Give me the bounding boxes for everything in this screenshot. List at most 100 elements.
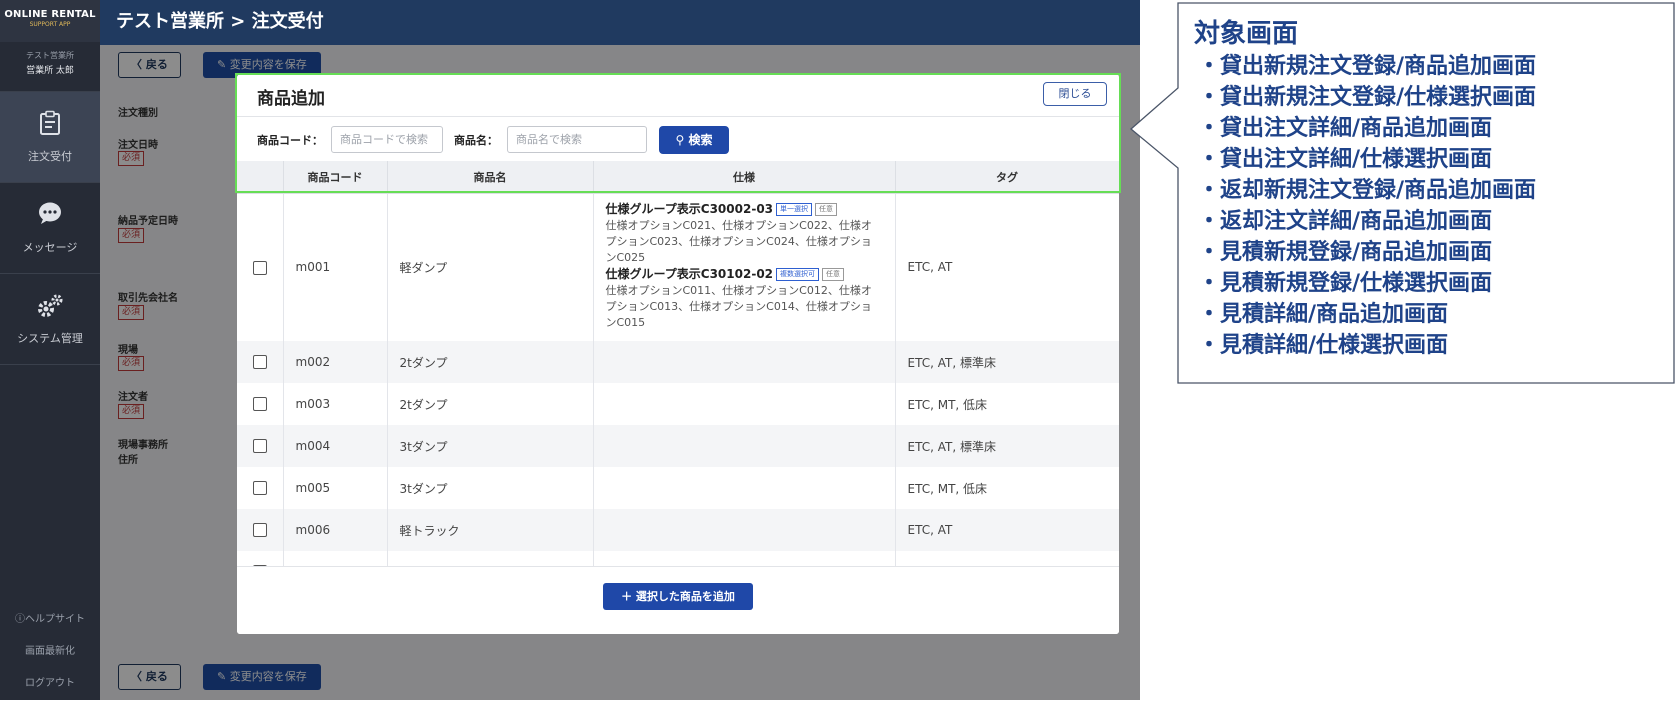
add-selected-button[interactable]: ＋ 選択した商品を追加 — [603, 583, 753, 610]
nav-messages[interactable]: メッセージ — [0, 183, 100, 274]
product-tags — [895, 551, 1119, 566]
header-tags: タグ — [895, 161, 1119, 194]
nav-label-system: システム管理 — [17, 332, 83, 345]
user-name: 営業所 太郎 — [26, 66, 74, 76]
product-code: m006 — [283, 509, 388, 551]
header-checkbox — [237, 161, 284, 194]
header-spec: 仕様 — [593, 161, 896, 194]
help-label: ヘルプサイト — [25, 614, 85, 625]
spec-options: 仕様オプションC011、仕様オプションC012、仕様オプションC013、仕様オプ… — [605, 284, 872, 330]
callout-item: ・返却注文詳細/商品追加画面 — [1198, 209, 1493, 234]
row-checkbox[interactable] — [252, 523, 267, 538]
row-checkbox[interactable] — [252, 260, 267, 275]
callout-item: ・見積新規登録/商品追加画面 — [1198, 240, 1493, 265]
product-add-modal: 商品追加 閉じる 商品コード： 商品コードで検索 商品名： 商品名で検索 ⚲ 検… — [237, 74, 1119, 634]
spec-cell — [593, 551, 896, 566]
row-checkbox[interactable] — [252, 355, 267, 370]
close-button[interactable]: 閉じる — [1043, 82, 1107, 106]
breadcrumb: テスト営業所 > 注文受付 — [100, 0, 1140, 45]
product-tags: ETC, MT, 低床 — [895, 467, 1119, 509]
spec-cell — [593, 509, 896, 551]
search-bar: 商品コード： 商品コードで検索 商品名： 商品名で検索 ⚲ 検索 — [237, 116, 1119, 161]
callout-item: ・見積詳細/仕様選択画面 — [1198, 333, 1449, 358]
sidebar-footer: ⓘヘルプサイト 画面最新化 ログアウト — [0, 604, 100, 700]
code-search-label: 商品コード： — [257, 134, 323, 147]
logo-line1: ONLINE RENTAL — [4, 9, 96, 20]
nav-label-messages: メッセージ — [22, 241, 78, 254]
nav-label-order: 注文受付 — [28, 150, 72, 163]
product-code — [283, 551, 388, 566]
modal-footer: ＋ 選択した商品を追加 — [237, 566, 1119, 634]
callout-title: 対象画面 — [1194, 19, 1299, 49]
refresh-link[interactable]: 画面最新化 — [0, 636, 100, 668]
callout-item: ・貸出新規注文登録/仕様選択画面 — [1198, 85, 1537, 110]
product-tags: ETC, AT, 標準床 — [895, 341, 1119, 383]
spec-options: 仕様オプションC021、仕様オプションC022、仕様オプションC023、仕様オプ… — [605, 219, 872, 265]
table-header: 商品コード 商品名 仕様 タグ — [237, 161, 1119, 194]
spec-group-name: 仕様グループ表示C30102-02 — [605, 267, 774, 282]
product-tags: ETC, AT — [895, 193, 1119, 341]
chat-bubble-icon — [0, 201, 100, 231]
table-row[interactable]: m004 3tダンプ ETC, AT, 標準床 — [237, 425, 1119, 467]
user-info: テスト営業所 営業所 太郎 — [0, 42, 100, 92]
product-name: 2tダンプ — [387, 341, 594, 383]
logout-link[interactable]: ログアウト — [0, 668, 100, 700]
gears-icon — [0, 292, 100, 322]
table-row[interactable]: m003 2tダンプ ETC, MT, 低床 — [237, 383, 1119, 425]
spec-cell — [593, 467, 896, 509]
callout-item: ・返却新規注文登録/商品追加画面 — [1198, 178, 1537, 203]
optional-badge: 任意 — [822, 268, 845, 282]
product-tags: ETC, MT, 低床 — [895, 383, 1119, 425]
question-circle-icon: ⓘ — [15, 614, 25, 625]
name-search-input[interactable]: 商品名で検索 — [507, 126, 647, 153]
table-row[interactable]: m005 3tダンプ ETC, MT, 低床 — [237, 467, 1119, 509]
user-office: テスト営業所 — [26, 51, 74, 60]
product-code: m001 — [283, 193, 388, 341]
spec-cell — [593, 341, 896, 383]
magnifier-icon: ⚲ — [675, 133, 689, 147]
single-select-badge: 単一選択 — [776, 203, 813, 217]
product-name: 軽ダンプ — [387, 193, 594, 341]
table-row[interactable]: m006 軽トラック ETC, AT — [237, 509, 1119, 551]
spec-cell — [593, 383, 896, 425]
callout-item: ・貸出注文詳細/仕様選択画面 — [1198, 147, 1493, 172]
nav-order-reception[interactable]: 注文受付 — [0, 92, 100, 183]
search-button[interactable]: ⚲ 検索 — [659, 126, 729, 154]
search-label: 検索 — [688, 133, 713, 147]
row-checkbox[interactable] — [252, 439, 267, 454]
callout-item: ・貸出注文詳細/商品追加画面 — [1198, 116, 1493, 141]
name-search-label: 商品名： — [454, 134, 498, 147]
table-row[interactable]: m002 2tダンプ ETC, AT, 標準床 — [237, 341, 1119, 383]
product-name: 2tダンプ — [387, 383, 594, 425]
row-checkbox[interactable] — [252, 397, 267, 412]
help-link[interactable]: ⓘヘルプサイト — [0, 604, 100, 636]
code-search-input[interactable]: 商品コードで検索 — [331, 126, 443, 153]
row-checkbox[interactable] — [252, 481, 267, 496]
multi-select-badge: 複数選択可 — [776, 268, 820, 282]
header-code: 商品コード — [283, 161, 388, 194]
product-name: 軽トラック — [387, 509, 594, 551]
callout-box: 対象画面 ・貸出新規注文登録/商品追加画面 ・貸出新規注文登録/仕様選択画面 ・… — [1178, 3, 1674, 383]
product-code: m005 — [283, 467, 388, 509]
product-table: 商品コード 商品名 仕様 タグ m001 軽ダンプ 仕様グループ表示C30002… — [237, 161, 1119, 566]
product-name: 3tダンプ — [387, 467, 594, 509]
app-logo: ONLINE RENTAL SUPPORT APP — [0, 0, 100, 42]
optional-badge: 任意 — [815, 203, 838, 217]
callout-item: ・貸出新規注文登録/商品追加画面 — [1198, 54, 1537, 79]
product-tags: ETC, AT, 標準床 — [895, 425, 1119, 467]
product-code: m002 — [283, 341, 388, 383]
spec-cell — [593, 425, 896, 467]
callout-item: ・見積詳細/商品追加画面 — [1198, 302, 1449, 327]
table-row[interactable] — [237, 551, 1119, 566]
product-name — [387, 551, 594, 566]
logo-line2: SUPPORT APP — [29, 21, 71, 28]
nav-system-admin[interactable]: システム管理 — [0, 274, 100, 365]
modal-title: 商品追加 — [257, 89, 325, 109]
product-code: m003 — [283, 383, 388, 425]
spec-group-name: 仕様グループ表示C30002-03 — [605, 202, 774, 217]
header-name: 商品名 — [387, 161, 594, 194]
product-name: 3tダンプ — [387, 425, 594, 467]
table-row[interactable]: m001 軽ダンプ 仕様グループ表示C30002-03 単一選択 任意 仕様オプショ… — [237, 193, 1119, 341]
clipboard-icon — [0, 110, 100, 140]
product-code: m004 — [283, 425, 388, 467]
